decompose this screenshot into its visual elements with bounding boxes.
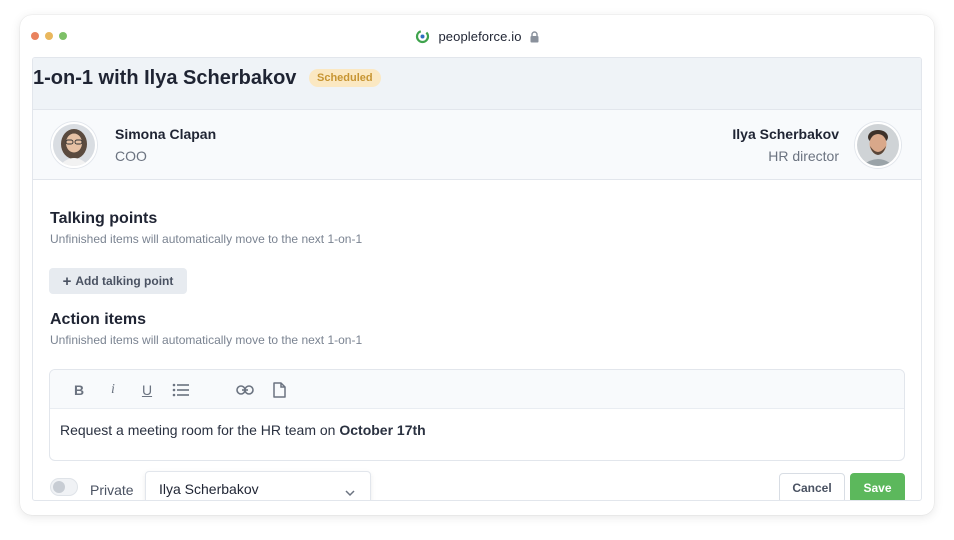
page-title: 1-on-1 with Ilya Scherbakov — [33, 67, 297, 89]
participant-role: COO — [115, 148, 147, 164]
link-icon[interactable] — [235, 380, 255, 400]
participants-row: Simona Clapan COO Ilya Scherbakov HR dir… — [33, 110, 921, 180]
chevron-down-icon — [345, 484, 355, 497]
action-items-subtitle: Unfinished items will automatically move… — [50, 333, 363, 347]
editor-text: Request a meeting room for the HR team o… — [60, 422, 340, 438]
save-button[interactable]: Save — [850, 473, 905, 500]
one-on-one-panel: 1-on-1 with Ilya Scherbakov Scheduled Si… — [32, 57, 922, 501]
address-bar[interactable]: peopleforce.io — [20, 27, 934, 45]
file-icon[interactable] — [269, 380, 289, 400]
bullet-list-icon[interactable] — [171, 380, 191, 400]
avatar — [855, 122, 901, 168]
avatar — [51, 122, 97, 168]
action-item-editor: B i U Request a meeting room for the HR … — [49, 369, 905, 461]
cancel-button[interactable]: Cancel — [779, 473, 845, 500]
url-text: peopleforce.io — [438, 28, 522, 44]
editor-bold-text: October 17th — [339, 422, 426, 438]
bold-button[interactable]: B — [69, 380, 89, 400]
meeting-header: 1-on-1 with Ilya Scherbakov Scheduled — [33, 58, 921, 110]
participant-name: Simona Clapan — [115, 126, 217, 142]
add-talking-point-label: Add talking point — [75, 274, 174, 288]
peopleforce-logo-icon — [415, 29, 430, 44]
editor-toolbar: B i U — [50, 370, 904, 409]
assignee-select[interactable]: Ilya Scherbakov — [145, 471, 371, 500]
title-bar: peopleforce.io — [20, 15, 934, 57]
action-items-title: Action items — [50, 311, 147, 328]
plus-icon: + — [62, 272, 72, 290]
underline-button[interactable]: U — [137, 380, 157, 400]
toggle-knob — [53, 481, 65, 493]
add-talking-point-button[interactable]: + Add talking point — [49, 268, 187, 294]
private-label: Private — [90, 482, 134, 498]
talking-points-subtitle: Unfinished items will automatically move… — [50, 232, 363, 246]
participant-name: Ilya Scherbakov — [732, 126, 839, 142]
talking-points-title: Talking points — [50, 210, 158, 227]
assignee-value: Ilya Scherbakov — [159, 481, 259, 497]
private-toggle[interactable] — [50, 478, 78, 496]
participant-role: HR director — [768, 148, 839, 164]
lock-icon — [530, 30, 539, 43]
italic-button[interactable]: i — [103, 380, 123, 400]
browser-window: peopleforce.io 1-on-1 with Ilya Scherbak… — [20, 15, 934, 515]
status-badge: Scheduled — [309, 69, 381, 87]
editor-content[interactable]: Request a meeting room for the HR team o… — [60, 422, 426, 438]
